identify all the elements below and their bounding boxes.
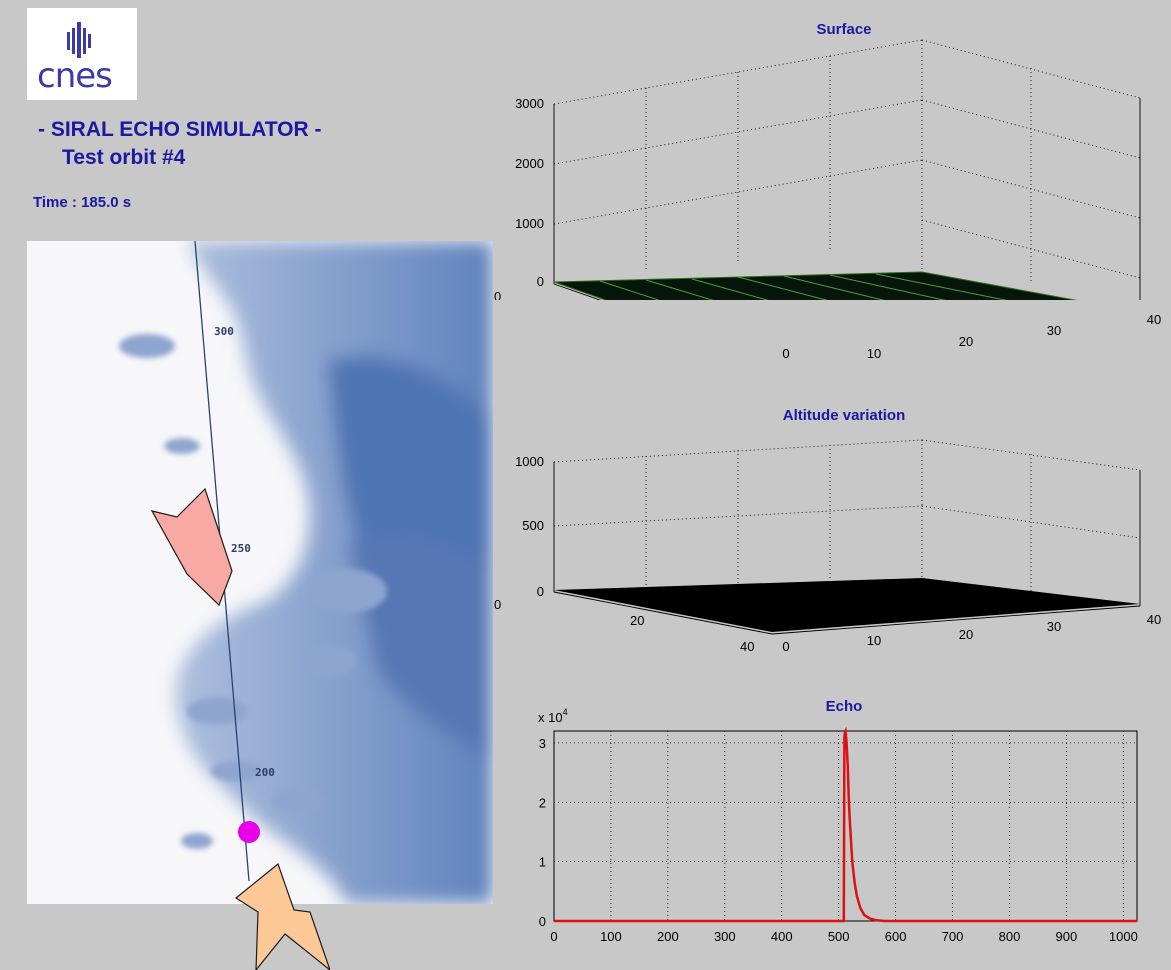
echo-x-tick: 700 <box>942 929 964 944</box>
echo-x-tick: 100 <box>600 929 622 944</box>
track-label-200: 200 <box>255 766 275 779</box>
app-subtitle: Test orbit #4 <box>62 146 186 169</box>
echo-y-scale-label: x 104 <box>538 707 568 725</box>
terrain-map: 300 250 200 <box>27 241 493 904</box>
altitude-z-tick: 1000 <box>515 454 544 469</box>
surface-z-tick: 0 <box>537 274 544 289</box>
satellite-position-marker <box>238 821 260 843</box>
track-label-250: 250 <box>231 542 251 555</box>
altitude-x-tick: 30 <box>1047 619 1061 634</box>
cnes-logo: cnes <box>27 8 137 100</box>
echo-series-line <box>554 726 1137 923</box>
echo-x-tick: 900 <box>1056 929 1078 944</box>
app-title: - SIRAL ECHO SIMULATOR - <box>38 118 322 141</box>
surface-z-tick: 2000 <box>515 156 544 171</box>
altitude-x-tick: 20 <box>959 627 973 642</box>
surface-plot: Surface 3000 2000 1000 0 0 20 40 <box>494 21 1141 300</box>
echo-x-tick: 400 <box>771 929 793 944</box>
terrain-map-image <box>27 241 493 904</box>
echo-y-tick: 3 <box>539 736 546 751</box>
altitude-plot: Altitude variation 1000 500 0 0 20 40 0 … <box>494 407 1161 654</box>
echo-y-tick: 0 <box>539 914 546 929</box>
altitude-y-tick: 40 <box>740 639 754 654</box>
altitude-z-tick: 500 <box>522 518 544 533</box>
surface-plot-x-axis: 0 10 20 30 40 <box>782 312 1161 361</box>
surface-plot-title: Surface <box>816 21 871 38</box>
surface-y-tick: 0 <box>494 289 501 300</box>
time-readout: Time : 185.0 s <box>33 194 132 211</box>
surface-z-tick: 1000 <box>515 216 544 231</box>
echo-x-tick: 600 <box>885 929 907 944</box>
altitude-z-tick: 0 <box>537 584 544 599</box>
echo-y-tick: 1 <box>539 855 546 870</box>
altitude-x-tick: 10 <box>867 633 881 648</box>
echo-x-tick: 0 <box>550 929 557 944</box>
echo-x-tick: 500 <box>828 929 850 944</box>
surface-x-tick: 30 <box>1047 323 1061 338</box>
surface-x-tick: 10 <box>867 346 881 361</box>
echo-chart-title: Echo <box>826 698 863 715</box>
echo-x-tick: 800 <box>999 929 1021 944</box>
altitude-x-tick: 40 <box>1147 612 1161 627</box>
echo-x-tick: 200 <box>657 929 679 944</box>
altitude-y-tick: 0 <box>494 597 501 612</box>
altitude-x-tick: 0 <box>782 639 789 654</box>
surface-x-tick: 40 <box>1147 312 1161 327</box>
echo-x-tick: 300 <box>714 929 736 944</box>
altitude-plot-title: Altitude variation <box>783 407 906 424</box>
altitude-y-tick: 20 <box>630 613 644 628</box>
echo-y-tick: 2 <box>539 795 546 810</box>
echo-x-tick: 1000 <box>1109 929 1138 944</box>
surface-x-tick: 20 <box>959 334 973 349</box>
pointer-arrow-orange <box>234 862 330 970</box>
surface-x-tick: 0 <box>782 346 789 361</box>
track-label-300: 300 <box>214 325 234 338</box>
surface-z-tick: 3000 <box>515 96 544 111</box>
echo-chart: Echo x 104 0 100 200 300 400 500 600 700 800 900 1… <box>538 698 1138 944</box>
logo-text: cnes <box>37 56 113 96</box>
